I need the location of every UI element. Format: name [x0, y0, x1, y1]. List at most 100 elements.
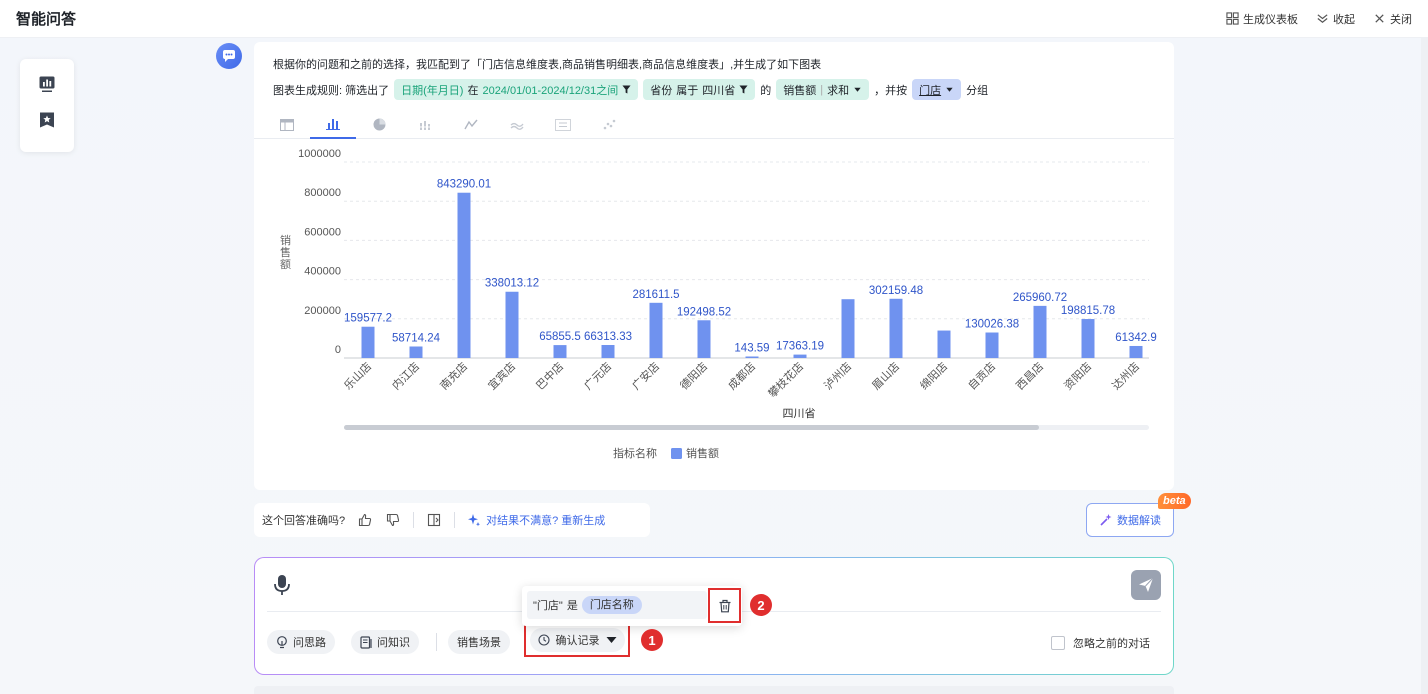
generate-dashboard-label: 生成仪表板: [1243, 13, 1298, 26]
feedback-divider: [454, 512, 456, 528]
bar-value-label: 843290.01: [437, 179, 491, 191]
close-label: 关闭: [1390, 13, 1412, 26]
x-tick-label: 广安店: [629, 359, 662, 392]
x-axis-ticks: 乐山店 内江店 南充店 宜宾店 巴中店 广元店 广安店 德阳店 成都店 攀枝花店 泸州店 眉山店 绵阳店…: [341, 359, 1142, 400]
chart-bar: [1033, 305, 1047, 358]
bar-value-label: 302159.48: [869, 285, 923, 297]
ignore-previous-checkbox[interactable]: [1051, 636, 1065, 650]
dashboard-grid-icon: [1226, 12, 1239, 25]
microphone-icon[interactable]: [273, 574, 291, 596]
x-tick-label: 眉山店: [869, 359, 902, 392]
feedback-question: 这个回答准确吗?: [262, 515, 346, 527]
y-tick-label: 200000: [304, 305, 341, 317]
record-value-chip: 门店名称: [581, 596, 642, 614]
bar-value-label: 192498.52: [677, 306, 731, 318]
chart-bar: [505, 291, 519, 358]
collapse-label: 收起: [1333, 13, 1355, 26]
chart-bar: [601, 345, 615, 358]
regenerate-label: 对结果不满意? 重新生成: [486, 515, 606, 527]
thumbs-up-button[interactable]: [357, 512, 373, 528]
top-bar: 智能问答 生成仪表板 收起 关闭: [0, 0, 1428, 38]
x-tick-label: 西昌店: [1013, 359, 1046, 392]
y-tick-label: 1000000: [298, 148, 341, 160]
y-axis-label-char: 销: [280, 233, 291, 247]
chart-legend[interactable]: 指标名称 销售额: [613, 446, 719, 460]
x-axis-label: 四川省: [783, 407, 816, 420]
chart-bar: [361, 326, 375, 358]
caret-down-icon: [606, 636, 616, 643]
thumbs-down-icon: [387, 513, 400, 527]
generate-dashboard-button[interactable]: 生成仪表板: [1226, 11, 1298, 27]
delete-record-button[interactable]: [708, 588, 741, 623]
chart-icon: [39, 76, 55, 92]
step-badge-2: 2: [750, 594, 772, 616]
chart-bar: [841, 299, 855, 358]
ask-approach-button[interactable]: 问思路: [267, 630, 335, 654]
switch-view-button[interactable]: [426, 512, 442, 528]
confirm-record-label: 确认记录: [555, 634, 600, 647]
page-scrollbar[interactable]: [1421, 38, 1428, 694]
chart-tool-button[interactable]: [37, 74, 57, 94]
input-toolbar-divider: [436, 633, 437, 651]
favorites-tool-button[interactable]: [37, 110, 57, 130]
data-interpret-label: 数据解读: [1117, 515, 1161, 527]
ask-knowledge-button[interactable]: 问知识: [351, 630, 419, 654]
bar-value-label: 143.59: [734, 343, 769, 355]
chart-bar: [457, 192, 471, 358]
chart-bar: [1081, 319, 1095, 358]
bar-value-label: 198815.78: [1061, 305, 1115, 317]
sales-bar-chart: 0 200000 400000 600000 800000 1000000 159577.…: [280, 148, 1157, 460]
y-axis-label: 销售额: [280, 233, 291, 271]
record-is: 是: [566, 600, 578, 612]
ask-approach-label: 问思路: [293, 637, 326, 649]
bar-value-label: 61342.9: [1115, 332, 1157, 344]
close-button[interactable]: 关闭: [1373, 11, 1412, 27]
chart-bar: [745, 356, 759, 358]
x-tick-label: 达州店: [1109, 359, 1142, 392]
confirm-record-button[interactable]: 确认记录: [529, 627, 625, 652]
bar-value-label: 65855.5: [539, 331, 581, 343]
thumbs-down-button[interactable]: [385, 512, 401, 528]
magic-wand-icon: [1100, 514, 1112, 526]
chart-bar: [409, 346, 423, 358]
chart-bar: [937, 330, 951, 358]
bar-value-label: 281611.5: [632, 289, 679, 301]
next-message-edge: [254, 686, 1174, 694]
chart-bar: [985, 332, 999, 358]
ask-knowledge-label: 问知识: [377, 637, 410, 649]
sales-scenario-button[interactable]: 销售场景: [448, 630, 510, 654]
book-icon: [360, 635, 372, 649]
x-tick-label: 成都店: [725, 359, 758, 392]
x-tick-label: 自贡店: [965, 359, 998, 392]
x-tick-label: 广元店: [581, 359, 614, 392]
ignore-previous-option[interactable]: 忽略之前的对话: [1051, 635, 1150, 651]
chart-scrollbar-thumb[interactable]: [344, 425, 1039, 430]
step-badge-1: 1: [641, 629, 663, 651]
x-tick-label: 巴中店: [533, 359, 566, 392]
bar-value-label: 159577.2: [344, 313, 392, 325]
send-button[interactable]: [1131, 570, 1161, 600]
x-tick-label: 泸州店: [821, 359, 854, 392]
close-icon: [1375, 14, 1384, 23]
chart-bar: [553, 345, 567, 358]
sales-scenario-label: 销售场景: [457, 637, 501, 649]
chat-bubble-icon: [223, 50, 235, 62]
ignore-previous-label: 忽略之前的对话: [1073, 638, 1150, 650]
lightbulb-icon: [277, 635, 287, 648]
collapse-button[interactable]: 收起: [1316, 11, 1355, 27]
x-tick-label: 资阳店: [1061, 359, 1094, 392]
bar-value-label: 17363.19: [776, 341, 824, 353]
feedback-bar: 这个回答准确吗? 对结果不满意? 重新生成: [254, 503, 650, 537]
regenerate-button[interactable]: 对结果不满意? 重新生成: [467, 512, 605, 528]
bar-value-label: 130026.38: [965, 319, 1019, 331]
legend-swatch: [671, 448, 682, 459]
bar-value-label: 66313.33: [584, 331, 632, 343]
bar-value-label: 338013.12: [485, 278, 539, 290]
record-row: "门店" 是 门店名称: [527, 591, 707, 619]
chart-bar: [889, 298, 903, 358]
collapse-chevron-icon: [1317, 14, 1328, 23]
y-tick-label: 600000: [304, 226, 341, 238]
answer-card: 根据你的问题和之前的选择，我匹配到了「门店信息维度表,商品销售明细表,商品信息维…: [254, 42, 1174, 490]
x-tick-label: 攀枝花店: [765, 359, 806, 400]
feedback-divider: [413, 512, 415, 528]
